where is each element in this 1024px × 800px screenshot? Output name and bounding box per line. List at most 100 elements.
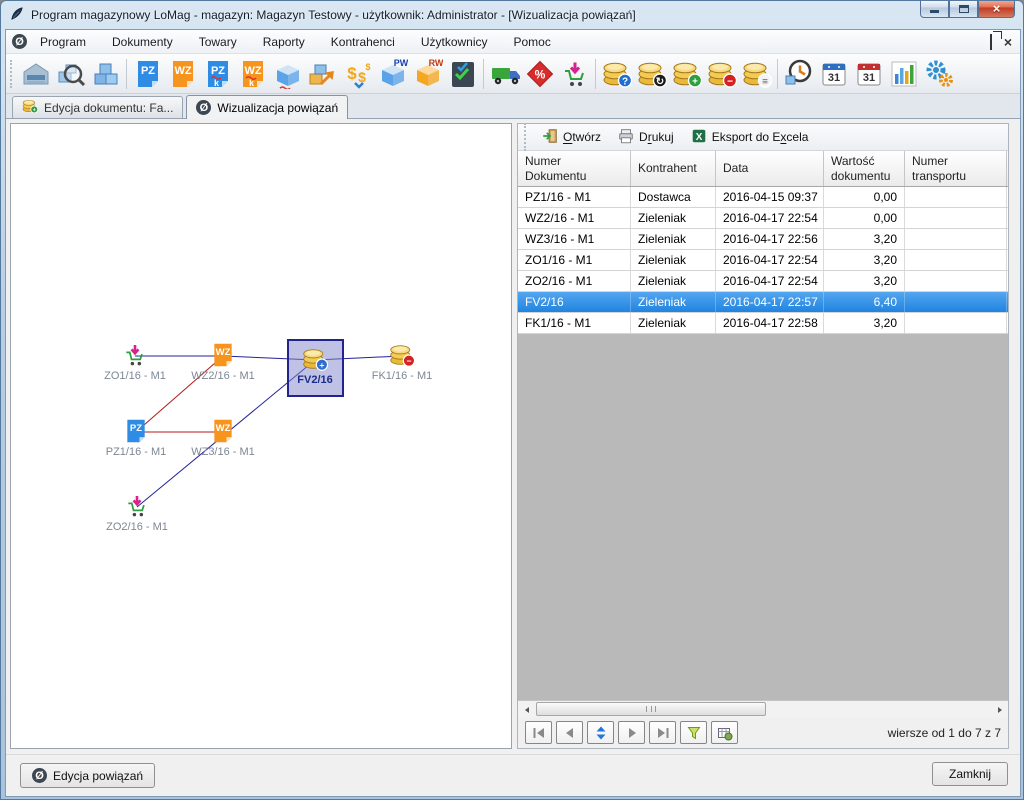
diagram-canvas[interactable]: ZO1/16 - M1WZWZ2/16 - M1+FV2/16−FK1/16 -… [10,123,512,749]
menu-item-u-ytkownicy[interactable]: Użytkownicy [408,31,501,53]
diagram-node-wz3-16-m1[interactable]: WZ [210,418,236,447]
drukuj-button[interactable]: Drukuj [610,125,681,150]
next-page-button[interactable] [618,721,645,744]
tab-edycja-dokumentu[interactable]: + Edycja dokumentu: Fa... [12,96,183,118]
discount-icon[interactable]: % [522,56,557,92]
delivery-icon[interactable] [487,56,522,92]
column-header-numer-transportu[interactable]: Numer transportu [905,151,1007,186]
menu-item-raporty[interactable]: Raporty [250,31,318,53]
node-label: FV2/16 [297,374,332,386]
diagram-node-pz1-16-m1[interactable]: PZ [123,418,149,447]
scrollbar-thumb[interactable] [536,702,766,716]
column-header-warto-dokumentu[interactable]: Wartość dokumentu [824,151,905,186]
table-row-fv2-16[interactable]: FV2/16Zieleniak2016-04-17 22:576,40 [518,292,1008,313]
cell: FK1/16 - M1 [518,313,631,333]
edit-links-button[interactable]: Ø Edycja powiązań [20,763,155,788]
filter-button[interactable] [680,721,707,744]
title-bar[interactable]: Program magazynowy LoMag - magazyn: Maga… [1,1,1023,29]
menu-item-towary[interactable]: Towary [186,31,250,53]
price-change-icon[interactable]: $$$ [340,56,375,92]
warehouse-icon[interactable] [18,56,53,92]
table-row-fk1-16-m1[interactable]: FK1/16 - M1Zieleniak2016-04-17 22:583,20 [518,313,1008,334]
toolbar-separator [483,59,484,89]
svg-text:X: X [695,132,702,143]
wz-correction-icon[interactable]: WZk [235,56,270,92]
column-header-kontrahent[interactable]: Kontrahent [631,151,716,186]
zw-return-icon[interactable] [305,56,340,92]
cell: Zieleniak [631,208,716,228]
wz-document-icon[interactable]: WZ [165,56,200,92]
prev-page-button[interactable] [556,721,583,744]
pw-receipt-icon[interactable]: PW [375,56,410,92]
history-icon[interactable] [781,56,816,92]
diagram-node-fk1-16-m1[interactable]: − [389,342,415,371]
coins-exchange-icon[interactable]: ↻ [634,56,669,92]
table-row-wz3-16-m1[interactable]: WZ3/16 - M1Zieleniak2016-04-17 22:563,20 [518,229,1008,250]
inventory-icon[interactable] [445,56,480,92]
menu-item-program[interactable]: Program [27,31,99,53]
menu-item-dokumenty[interactable]: Dokumenty [99,31,186,53]
search-goods-icon[interactable] [53,56,88,92]
cell: 3,20 [824,313,905,333]
column-header-data[interactable]: Data [716,151,824,186]
cell: FV2/16 [518,292,631,312]
column-header-numer-dokumentu[interactable]: Numer Dokumentu [518,151,631,186]
calendar-red-icon[interactable]: 31 [851,56,886,92]
cell [905,271,1007,291]
scroll-left-arrow-icon[interactable] [519,702,534,717]
action-label: Eksport do Excela [712,130,809,144]
rw-issue-icon[interactable]: RW [410,56,445,92]
toolbar-grip[interactable] [10,60,14,88]
table-row-zo1-16-m1[interactable]: ZO1/16 - M1Zieleniak2016-04-17 22:543,20 [518,250,1008,271]
orders-icon[interactable] [557,56,592,92]
node-label: WZ2/16 - M1 [191,370,255,382]
coins-report-icon[interactable]: ≡ [739,56,774,92]
mdi-restore-button[interactable] [990,35,992,49]
restore-button[interactable] [949,0,978,18]
coins-add-icon[interactable]: + [669,56,704,92]
minimize-button[interactable] [920,0,949,18]
pager-status: wiersze od 1 do 7 z 7 [888,726,1001,740]
svg-text:$: $ [365,62,370,72]
close-button[interactable]: × [978,0,1015,18]
tab-wizualizacja-powiazan[interactable]: Ø Wizualizacja powiązań [186,95,348,119]
goods-icon[interactable] [88,56,123,92]
menu-bar: Ø ProgramDokumentyTowaryRaportyKontrahen… [6,30,1020,54]
eksport-do-excela-button[interactable]: X Eksport do Excela [683,125,816,150]
pz-correction-icon[interactable]: PZk [200,56,235,92]
statistics-icon[interactable] [886,56,921,92]
menu-item-kontrahenci[interactable]: Kontrahenci [318,31,408,53]
mm-shift-icon[interactable] [270,56,305,92]
pz-document-icon[interactable]: PZ [130,56,165,92]
mdi-close-button[interactable]: × [1004,35,1012,49]
sort-button[interactable] [587,721,614,744]
cell: 6,40 [824,292,905,312]
last-page-button[interactable] [649,721,676,744]
table-row-wz2-16-m1[interactable]: WZ2/16 - M1Zieleniak2016-04-17 22:540,00 [518,208,1008,229]
coins-remove-icon[interactable]: − [704,56,739,92]
app-icon [9,6,25,25]
calendar-blue-icon[interactable]: 31 [816,56,851,92]
table-row-zo2-16-m1[interactable]: ZO2/16 - M1Zieleniak2016-04-17 22:543,20 [518,271,1008,292]
toolbar-grip[interactable] [524,123,528,151]
diagram-node-fv2-16[interactable]: + [302,346,328,375]
first-page-button[interactable] [525,721,552,744]
open-icon [541,127,559,148]
diagram-node-wz2-16-m1[interactable]: WZ [210,342,236,371]
grid-settings-button[interactable] [711,721,738,744]
diagram-node-zo1-16-m1[interactable] [122,342,148,371]
table-row-pz1-16-m1[interactable]: PZ1/16 - M1Dostawca2016-04-15 09:370,00 [518,187,1008,208]
otw-rz-button[interactable]: Otwórz [534,125,608,150]
close-view-button[interactable]: Zamknij [932,762,1008,786]
settings-icon[interactable] [921,56,956,92]
menu-item-pomoc[interactable]: Pomoc [501,31,564,53]
node-label: FK1/16 - M1 [372,370,433,382]
scroll-right-arrow-icon[interactable] [992,702,1007,717]
coins-search-icon[interactable]: ? [599,56,634,92]
cell: ZO2/16 - M1 [518,271,631,291]
print-icon [617,127,635,148]
diagram-node-zo2-16-m1[interactable] [124,493,150,522]
horizontal-scrollbar[interactable] [518,700,1008,717]
main-toolbar: PZWZPZkWZk $$$PWRW%?↻+−≡ 3131 [6,54,1020,94]
cell: 3,20 [824,250,905,270]
